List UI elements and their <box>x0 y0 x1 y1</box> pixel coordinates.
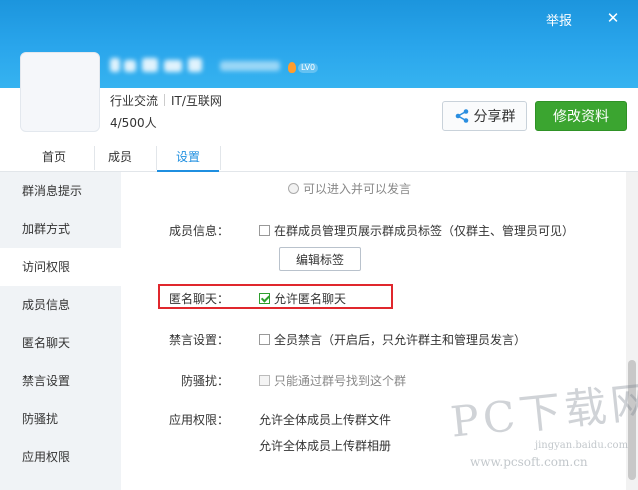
share-group-button[interactable]: 分享群 <box>442 101 527 131</box>
sidebar-item-access[interactable]: 访问权限 <box>0 248 121 286</box>
member-tag-label: 在群成员管理页展示群成员标签（仅群主、管理员可见） <box>274 224 575 238</box>
member-count: 4/500人 <box>110 116 157 130</box>
tab-divider <box>94 146 95 170</box>
level-badge: LV0 <box>298 63 319 73</box>
anonymous-option[interactable]: 允许匿名聊天 <box>259 290 346 307</box>
watermark-url: www.pcsoft.com.cn <box>470 455 588 469</box>
tab-members[interactable]: 成员 <box>96 144 144 172</box>
share-icon <box>455 109 468 123</box>
anonymous-label: 匿名聊天： <box>169 292 230 306</box>
join-speak-option[interactable]: 可以进入并可以发言 <box>288 180 411 197</box>
settings-sidebar: 群消息提示 加群方式 访问权限 成员信息 匿名聊天 禁言设置 防骚扰 应用权限 <box>0 172 121 490</box>
join-speak-label: 可以进入并可以发言 <box>303 182 412 196</box>
mute-label: 禁言设置： <box>169 333 230 347</box>
edit-profile-button[interactable]: 修改资料 <box>535 101 627 131</box>
sidebar-item-anonymous[interactable]: 匿名聊天 <box>0 324 121 362</box>
tab-settings[interactable]: 设置 <box>157 144 219 172</box>
tab-home[interactable]: 首页 <box>30 144 78 172</box>
anti-spam-label: 防骚扰： <box>181 374 230 388</box>
report-link[interactable]: 举报 <box>546 10 572 29</box>
sidebar-item-app-perm[interactable]: 应用权限 <box>0 438 121 476</box>
sidebar-item-message-notify[interactable]: 群消息提示 <box>0 172 121 210</box>
app-perm-label: 应用权限： <box>169 413 230 427</box>
category-industry: 行业交流 <box>110 94 159 108</box>
group-avatar[interactable] <box>20 52 100 132</box>
member-info-label: 成员信息： <box>169 224 230 238</box>
anti-spam-option[interactable]: 只能通过群号找到这个群 <box>259 372 406 389</box>
sidebar-item-anti-spam[interactable]: 防骚扰 <box>0 400 121 438</box>
category-it: IT/互联网 <box>171 94 222 108</box>
category-divider <box>164 94 166 106</box>
sidebar-item-mute[interactable]: 禁言设置 <box>0 362 121 400</box>
sidebar-item-member-info[interactable]: 成员信息 <box>0 286 121 324</box>
watermark-baidu: jingyan.baidu.com <box>535 440 629 451</box>
radio-icon <box>288 183 299 194</box>
checkbox-icon <box>259 334 270 345</box>
mute-all-label: 全员禁言（开启后，只允许群主和管理员发言） <box>274 333 527 347</box>
group-name-redacted <box>110 56 280 76</box>
sidebar-item-join-method[interactable]: 加群方式 <box>0 210 121 248</box>
upload-album-option[interactable]: 允许全体成员上传群相册 <box>259 437 391 454</box>
tab-bar: 首页 成员 设置 <box>0 144 638 172</box>
flame-icon <box>288 62 296 73</box>
share-label: 分享群 <box>473 109 516 125</box>
checkbox-checked-icon <box>259 293 270 304</box>
checkbox-disabled-icon <box>259 375 270 386</box>
edit-tags-button[interactable]: 编辑标签 <box>279 247 361 271</box>
checkbox-icon <box>259 225 270 236</box>
anonymous-option-label: 允许匿名聊天 <box>274 292 347 306</box>
group-category: 行业交流 IT/互联网 <box>110 92 222 109</box>
tab-divider <box>220 146 221 170</box>
mute-all-option[interactable]: 全员禁言（开启后，只允许群主和管理员发言） <box>259 331 526 348</box>
upload-files-option[interactable]: 允许全体成员上传群文件 <box>259 411 391 428</box>
close-icon[interactable]: ✕ <box>600 7 626 31</box>
member-tag-option[interactable]: 在群成员管理页展示群成员标签（仅群主、管理员可见） <box>259 222 574 239</box>
anti-spam-option-label: 只能通过群号找到这个群 <box>274 374 407 388</box>
